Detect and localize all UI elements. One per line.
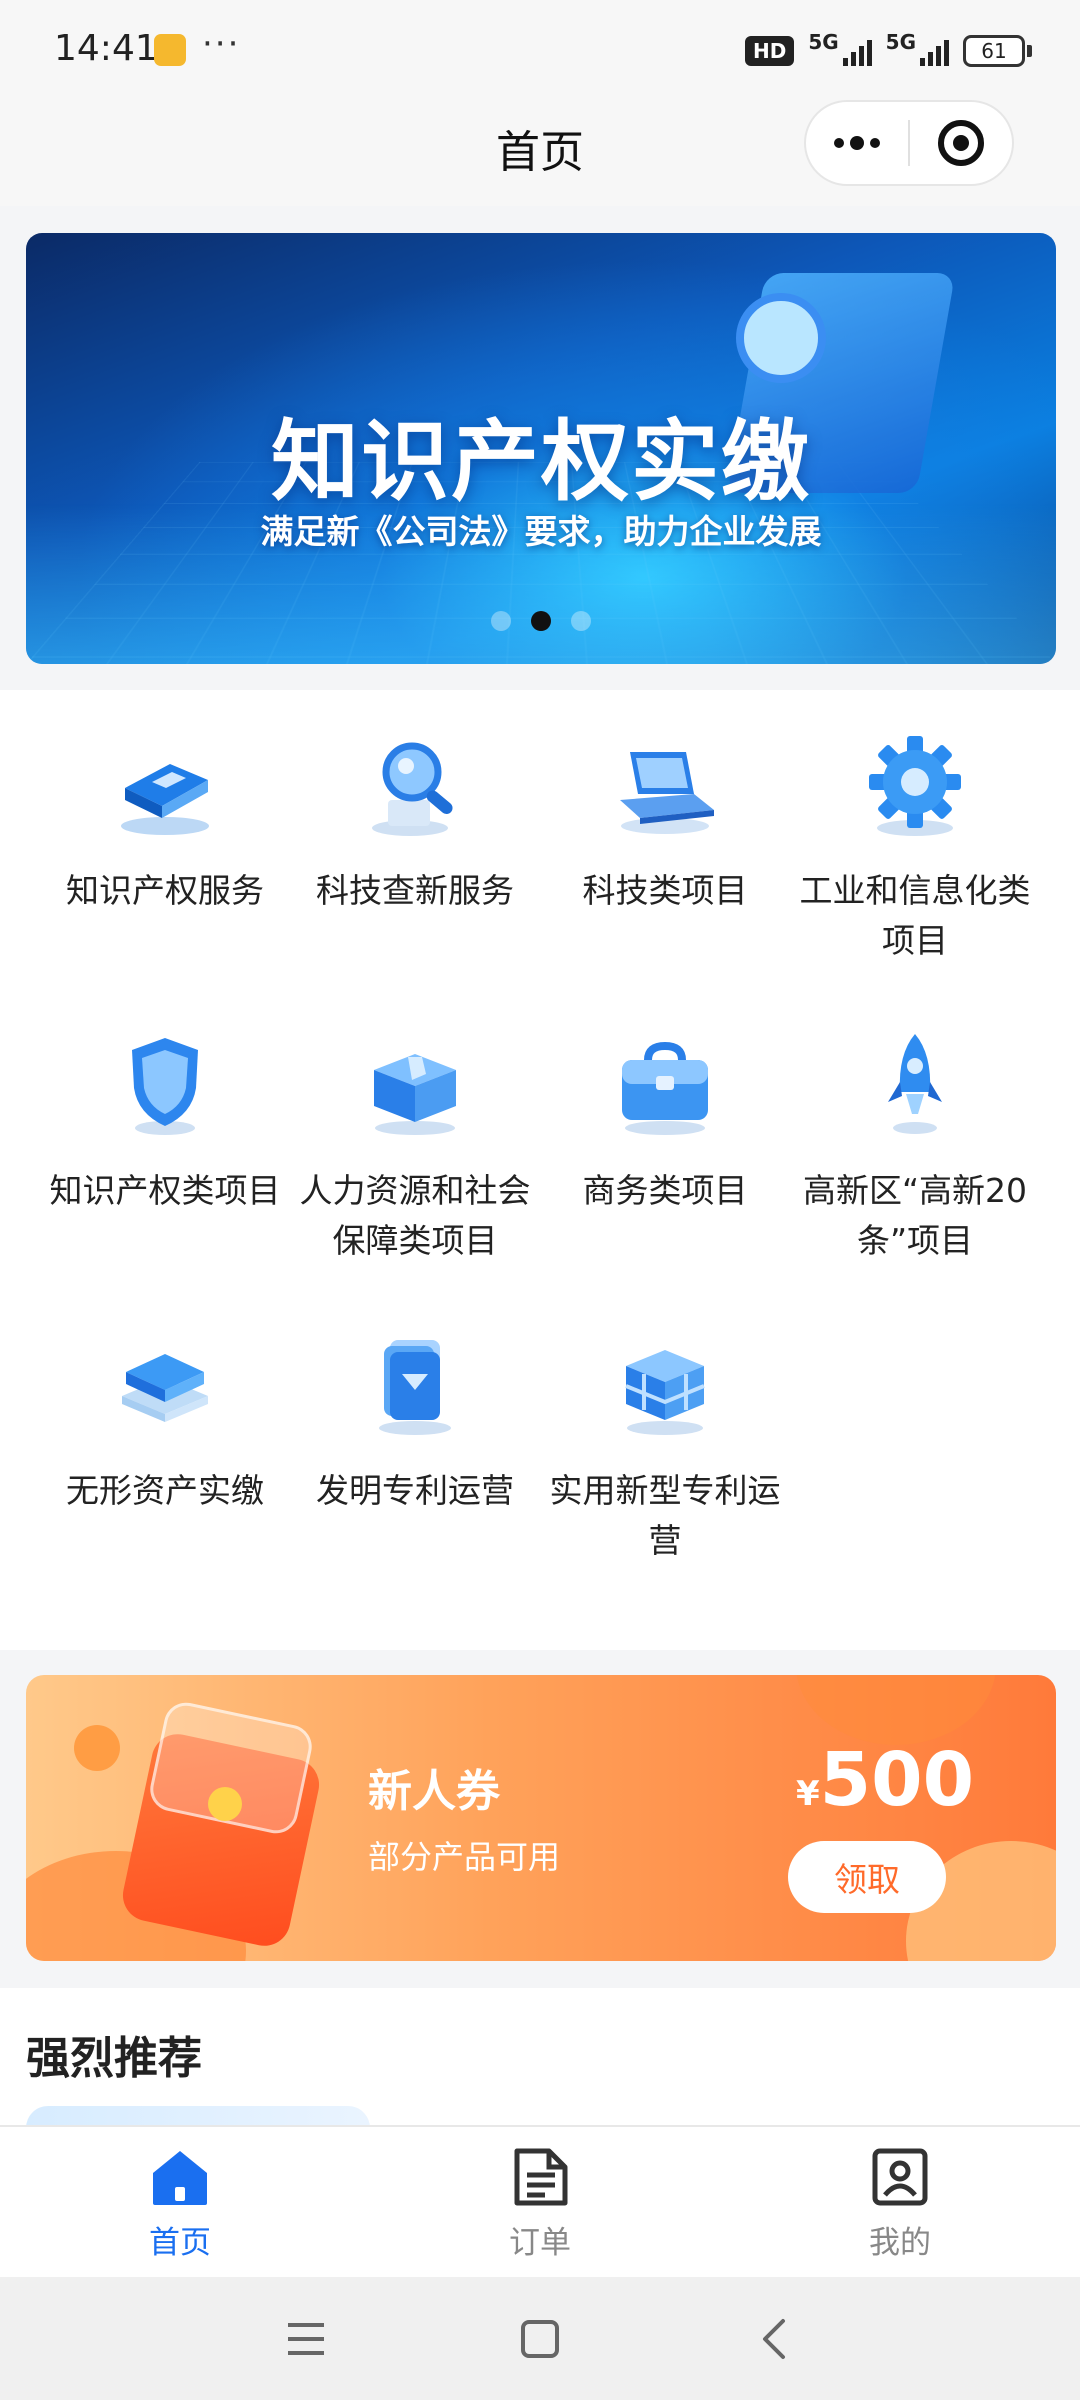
coupon-title: 新人券 <box>368 1766 500 1817</box>
hd-badge: HD <box>744 36 795 66</box>
service-label: 科技类项目 <box>582 871 748 910</box>
back-button[interactable] <box>744 2309 804 2369</box>
recommend-title: 强烈推荐 <box>26 2033 202 2084</box>
gear-icon <box>860 730 970 840</box>
order-icon <box>511 2147 569 2207</box>
banner-lens-illustration <box>736 293 826 383</box>
miniprogram-capsule <box>804 100 1014 186</box>
coupon-currency: ¥ <box>796 1774 820 1814</box>
service-commerce-projects[interactable]: 商务类项目 <box>540 990 790 1216</box>
laptop-icon <box>610 730 720 840</box>
square-icon <box>521 2320 559 2358</box>
service-industry-it-projects[interactable]: 工业和信息化类项目 <box>790 690 1040 966</box>
back-icon <box>763 2319 785 2359</box>
cubes-icon <box>610 1330 720 1440</box>
menu-button[interactable] <box>276 2309 336 2369</box>
tab-home[interactable]: 首页 <box>0 2127 360 2277</box>
banner-dot-active[interactable] <box>531 611 551 631</box>
more-menu-button[interactable] <box>806 102 908 184</box>
close-miniprogram-button[interactable] <box>910 102 1012 184</box>
status-bar: 14:41 ··· HD 5G 5G 61 <box>0 0 1080 96</box>
coupon-amount: ¥500 <box>796 1737 974 1823</box>
menu-icon <box>288 2323 324 2355</box>
banner-pagination <box>26 611 1056 631</box>
service-label: 工业和信息化类项目 <box>799 871 1031 960</box>
coupon-subtitle: 部分产品可用 <box>368 1838 561 1876</box>
service-hr-social-projects[interactable]: 人力资源和社会保障类项目 <box>290 990 540 1266</box>
system-navigation-bar <box>0 2277 1080 2400</box>
service-novelty-search[interactable]: 科技查新服务 <box>290 690 540 916</box>
services-grid: 知识产权服务 科技查新服务 科技类项目 工业和信息化类项目 知识产权类项目 人力… <box>0 690 1080 1650</box>
battery-icon: 61 <box>963 35 1032 67</box>
service-label: 发明专利运营 <box>316 1471 514 1510</box>
battery-level: 61 <box>963 35 1025 67</box>
service-hitech-zone-projects[interactable]: 高新区“高新20条”项目 <box>790 990 1040 1266</box>
bottom-tab-bar: 首页 订单 我的 <box>0 2125 1080 2277</box>
document-stack-icon <box>360 1330 470 1440</box>
service-label: 知识产权类项目 <box>49 1171 281 1210</box>
signal-icon-2 <box>920 36 949 66</box>
tab-orders[interactable]: 订单 <box>360 2127 720 2277</box>
service-ip-service[interactable]: 知识产权服务 <box>40 690 290 916</box>
banner-subtitle: 满足新《公司法》要求，助力企业发展 <box>260 512 822 551</box>
more-dots-icon <box>834 136 880 150</box>
banner-dot[interactable] <box>491 611 511 631</box>
tab-label: 订单 <box>509 2225 571 2261</box>
status-more-icon: ··· <box>202 24 241 64</box>
service-utility-patent-ops[interactable]: 实用新型专利运营 <box>540 1290 790 1566</box>
shield-icon <box>110 1030 220 1140</box>
service-label: 科技查新服务 <box>316 871 514 910</box>
service-tech-projects[interactable]: 科技类项目 <box>540 690 790 916</box>
coupon-value: 500 <box>819 1737 975 1823</box>
banner-title: 知识产权实缴 <box>270 410 811 513</box>
claim-coupon-button[interactable]: 领取 <box>788 1841 946 1913</box>
service-label: 商务类项目 <box>582 1171 748 1210</box>
network-label-2: 5G <box>885 30 916 54</box>
layers-icon <box>110 1330 220 1440</box>
service-invention-patent-ops[interactable]: 发明专利运营 <box>290 1290 540 1516</box>
promo-banner[interactable]: 知识产权实缴 满足新《公司法》要求，助力企业发展 <box>26 233 1056 664</box>
home-button[interactable] <box>510 2309 570 2369</box>
tab-label: 我的 <box>869 2225 931 2261</box>
network-label-1: 5G <box>808 30 839 54</box>
book-icon <box>110 730 220 840</box>
profile-icon <box>871 2147 929 2207</box>
banner-dot[interactable] <box>571 611 591 631</box>
home-icon <box>151 2147 209 2207</box>
signal-icon-1 <box>842 36 872 66</box>
tab-label: 首页 <box>149 2225 211 2261</box>
service-label: 高新区“高新20条”项目 <box>802 1171 1028 1260</box>
service-intangible-assets[interactable]: 无形资产实缴 <box>40 1290 290 1516</box>
status-indicators: HD 5G 5G 61 <box>744 30 1032 72</box>
target-icon <box>938 120 984 166</box>
service-label: 实用新型专利运营 <box>549 1471 781 1560</box>
box-icon <box>360 1030 470 1140</box>
new-user-coupon-card: 新人券 部分产品可用 ¥500 领取 <box>26 1675 1056 1961</box>
notification-app-icon <box>154 34 186 66</box>
magnifier-icon <box>360 730 470 840</box>
recommend-section: 强烈推荐 <box>0 1988 1080 2146</box>
service-label: 人力资源和社会保障类项目 <box>299 1171 531 1260</box>
nav-bar: 首页 <box>0 96 1080 206</box>
status-time: 14:41 <box>54 28 158 69</box>
service-ip-projects[interactable]: 知识产权类项目 <box>40 990 290 1216</box>
briefcase-icon <box>610 1030 720 1140</box>
tab-profile[interactable]: 我的 <box>720 2127 1080 2277</box>
service-label: 知识产权服务 <box>66 871 264 910</box>
rocket-icon <box>860 1030 970 1140</box>
service-label: 无形资产实缴 <box>66 1471 264 1510</box>
